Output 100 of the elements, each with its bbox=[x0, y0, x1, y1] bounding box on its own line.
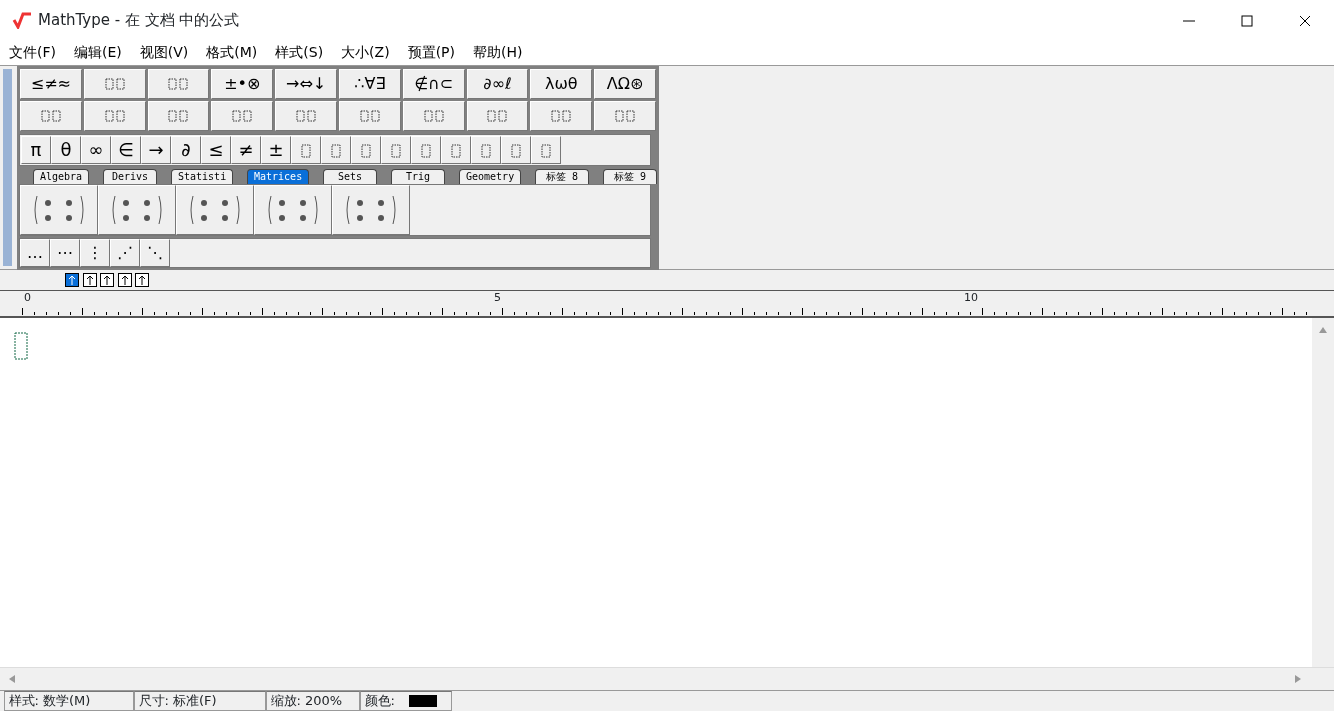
menu-item[interactable]: 大小(Z) bbox=[332, 42, 399, 63]
palette-button[interactable]: ∈ bbox=[111, 136, 141, 164]
template-icon bbox=[299, 143, 313, 159]
window-title: MathType - 在 文档 中的公式 bbox=[38, 9, 241, 31]
palette-button[interactable] bbox=[20, 101, 82, 131]
nudge-button[interactable] bbox=[135, 273, 149, 287]
scroll-right-icon bbox=[1293, 674, 1303, 684]
maximize-icon bbox=[1241, 14, 1253, 27]
template-icon bbox=[509, 143, 523, 159]
palette-button[interactable] bbox=[441, 136, 471, 164]
tab[interactable]: 标签 9 bbox=[603, 169, 657, 184]
tab[interactable]: Algebra bbox=[33, 169, 89, 184]
tab[interactable]: Geometry bbox=[459, 169, 521, 184]
palette-button[interactable] bbox=[147, 101, 210, 131]
nudge-button[interactable] bbox=[117, 273, 132, 287]
palette-button[interactable]: ⋱ bbox=[140, 239, 170, 267]
palette-button[interactable] bbox=[411, 136, 441, 164]
matrix-template-button[interactable] bbox=[332, 185, 410, 235]
palette-button[interactable]: ⋯ bbox=[50, 239, 80, 267]
palette-button[interactable] bbox=[501, 136, 531, 164]
matrix-template-button[interactable] bbox=[98, 185, 176, 235]
matrix-template-button[interactable] bbox=[176, 185, 254, 235]
palette-button[interactable] bbox=[531, 136, 561, 164]
template-icon bbox=[329, 143, 343, 159]
color-swatch bbox=[408, 695, 437, 707]
palette-button[interactable]: → bbox=[141, 136, 171, 164]
palette-button[interactable] bbox=[471, 136, 501, 164]
menu-item[interactable]: 编辑(E) bbox=[65, 42, 131, 63]
template-icon bbox=[419, 143, 433, 159]
nudge-button[interactable] bbox=[82, 273, 97, 287]
palette-button[interactable]: ≤ bbox=[201, 136, 231, 164]
palette-button[interactable] bbox=[291, 136, 321, 164]
status-text: 样式: 数学(M) bbox=[8, 692, 91, 710]
palette-button[interactable] bbox=[83, 101, 146, 131]
menu-item[interactable]: 视图(V) bbox=[130, 42, 198, 63]
palette-button[interactable] bbox=[339, 101, 401, 131]
tab[interactable]: Derivs bbox=[103, 169, 157, 184]
menu-item[interactable]: 样式(S) bbox=[266, 42, 333, 63]
tab[interactable]: Trig bbox=[391, 169, 445, 184]
nudge-button[interactable] bbox=[65, 273, 79, 287]
tab[interactable]: 标签 8 bbox=[535, 169, 589, 184]
template-icon bbox=[102, 107, 127, 125]
menu-item[interactable]: 预置(P) bbox=[398, 42, 464, 63]
tab[interactable]: Statisti bbox=[171, 169, 233, 184]
palette-button[interactable] bbox=[381, 136, 411, 164]
template-icon bbox=[294, 107, 319, 125]
matrix-template-button[interactable] bbox=[20, 185, 98, 235]
template-icon bbox=[166, 75, 191, 93]
menu-item[interactable]: 格式(M) bbox=[197, 42, 267, 63]
template-icon bbox=[357, 107, 382, 125]
vertical-scrollbar[interactable] bbox=[1312, 318, 1334, 667]
palette-button[interactable] bbox=[83, 69, 146, 99]
arrow-icon bbox=[136, 274, 148, 286]
close-icon bbox=[1299, 14, 1311, 27]
menu-item[interactable]: 帮助(H) bbox=[464, 42, 532, 63]
tab[interactable]: Sets bbox=[323, 169, 377, 184]
insertion-slot bbox=[14, 332, 28, 360]
template-icon bbox=[389, 143, 403, 159]
palette-button[interactable]: … bbox=[20, 239, 50, 267]
palette-button[interactable]: ∉∩⊂ bbox=[402, 69, 465, 99]
palette-button[interactable]: ∂∞ℓ bbox=[466, 69, 529, 99]
palette-button[interactable]: ⋮ bbox=[80, 239, 110, 267]
toolbar-grip[interactable] bbox=[3, 69, 12, 266]
palette-button[interactable] bbox=[275, 101, 337, 131]
palette-button[interactable]: ±•⊗ bbox=[211, 69, 274, 99]
palette-button[interactable]: ≠ bbox=[231, 136, 261, 164]
palette-button[interactable] bbox=[147, 69, 210, 99]
palette-button[interactable]: ⋰ bbox=[110, 239, 140, 267]
ruler-label: 10 bbox=[964, 292, 978, 303]
template-icon bbox=[549, 107, 574, 125]
palette-button[interactable]: →⇔↓ bbox=[275, 69, 337, 99]
palette-button[interactable] bbox=[351, 136, 381, 164]
palette-button[interactable]: θ bbox=[51, 136, 81, 164]
status-text: 尺寸: 标准(F) bbox=[138, 692, 217, 710]
palette-button[interactable]: ∂ bbox=[171, 136, 201, 164]
palette-button[interactable]: π bbox=[21, 136, 51, 164]
palette-button[interactable] bbox=[211, 101, 274, 131]
tab[interactable]: Matrices bbox=[247, 169, 309, 184]
template-icon bbox=[449, 143, 463, 159]
palette-button[interactable] bbox=[402, 101, 465, 131]
palette-button[interactable]: ± bbox=[261, 136, 291, 164]
menu-item[interactable]: 文件(F) bbox=[0, 42, 65, 63]
nudge-button[interactable] bbox=[100, 273, 114, 287]
palette-button[interactable]: ∞ bbox=[81, 136, 111, 164]
palette-button[interactable]: ΛΩ⊛ bbox=[594, 69, 656, 99]
template-icon bbox=[38, 107, 63, 125]
palette-button[interactable] bbox=[321, 136, 351, 164]
palette-button[interactable]: ≤≠≈ bbox=[20, 69, 82, 99]
palette-button[interactable]: ∴∀∃ bbox=[339, 69, 401, 99]
ruler-label: 5 bbox=[494, 292, 501, 303]
arrow-icon bbox=[66, 274, 78, 286]
palette-button[interactable]: λωθ bbox=[530, 69, 593, 99]
palette-button[interactable] bbox=[530, 101, 593, 131]
status-text: 缩放: 200% bbox=[270, 692, 343, 710]
template-icon bbox=[485, 107, 510, 125]
template-icon bbox=[230, 107, 255, 125]
palette-button[interactable] bbox=[466, 101, 529, 131]
template-icon bbox=[166, 107, 191, 125]
palette-button[interactable] bbox=[594, 101, 656, 131]
matrix-template-button[interactable] bbox=[254, 185, 332, 235]
